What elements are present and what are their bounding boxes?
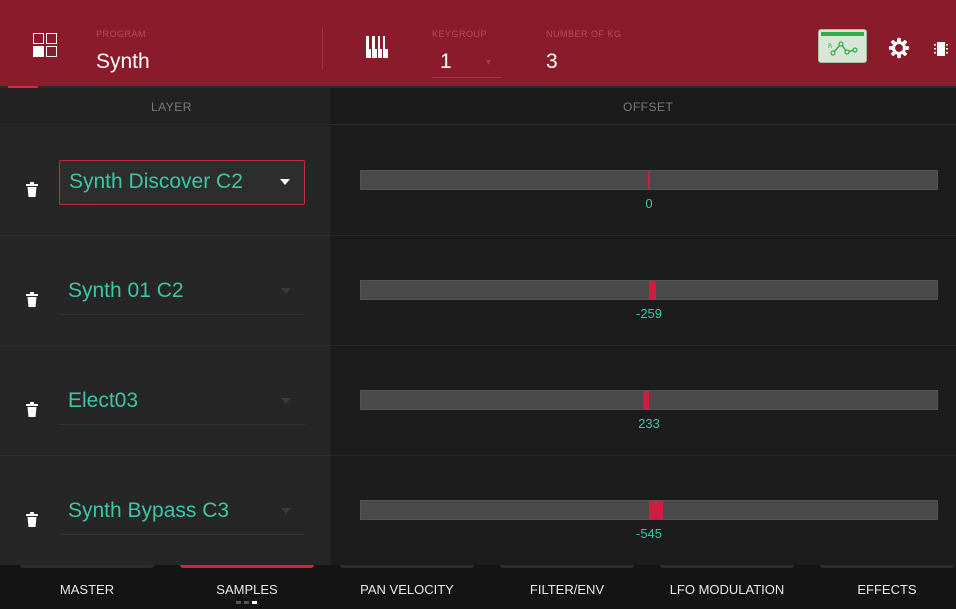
trash-icon[interactable]: [26, 402, 38, 417]
bottom-tab-bar: MASTER SAMPLES PAN VELOCITY FILTER/ENV L…: [0, 565, 956, 609]
svg-text:R: R: [828, 43, 832, 50]
tab-label: PAN VELOCITY: [360, 582, 454, 597]
keygroup-samples-screen: PROGRAM Synth KEYGROUP 1 ▾ NUMBER OF KG …: [0, 0, 956, 609]
offset-cell: -259: [330, 236, 956, 346]
offset-cell: 233: [330, 346, 956, 456]
sample-select[interactable]: Synth Bypass C3: [59, 490, 305, 535]
keygroup-stepper-icon[interactable]: ▾: [486, 57, 491, 68]
offset-marker: [648, 171, 650, 189]
offset-cell: -545: [330, 456, 956, 566]
layer-cell: Elect03: [0, 346, 330, 456]
tab-label: MASTER: [59, 582, 115, 597]
grid-menu-icon[interactable]: [33, 33, 59, 59]
offset-slider[interactable]: [360, 280, 938, 300]
keygroup-field[interactable]: 1: [440, 50, 452, 74]
layer-row: Elect03 233: [0, 346, 956, 456]
sample-name: Synth 01 C2: [68, 279, 184, 302]
sample-select[interactable]: Synth 01 C2: [59, 270, 305, 315]
chevron-down-icon: [281, 508, 291, 514]
layer-column-header: LAYER: [0, 88, 330, 125]
sample-name: Elect03: [68, 389, 139, 412]
chevron-down-icon: [281, 288, 291, 294]
gear-icon[interactable]: [888, 37, 910, 59]
keygroup-label: KEYGROUP: [432, 29, 488, 39]
number-of-kg-label: NUMBER OF KG: [546, 29, 622, 39]
header-bar: PROGRAM Synth KEYGROUP 1 ▾ NUMBER OF KG …: [0, 0, 956, 88]
trash-icon[interactable]: [26, 292, 38, 307]
tab-label: EFFECTS: [857, 582, 917, 597]
program-label: PROGRAM: [96, 29, 147, 39]
offset-value: 0: [645, 196, 653, 211]
offset-marker: [649, 501, 663, 519]
chevron-down-icon: [280, 179, 290, 185]
offset-value: -545: [635, 526, 663, 541]
tab-filter-env[interactable]: FILTER/ENV: [500, 565, 634, 609]
number-of-kg-field[interactable]: 3: [546, 50, 558, 74]
offset-marker: [643, 391, 649, 409]
offset-slider[interactable]: [360, 390, 938, 410]
layer-row: Synth 01 C2 -259: [0, 236, 956, 346]
sample-name: Synth Discover C2: [69, 170, 243, 193]
layer-column-label: LAYER: [151, 100, 192, 114]
tab-master[interactable]: MASTER: [20, 565, 154, 609]
offset-slider[interactable]: [360, 170, 938, 190]
layer-row: Synth Bypass C3 -545: [0, 456, 956, 566]
keygroup-underline: [432, 77, 502, 78]
chip-icon[interactable]: [934, 41, 948, 57]
tab-pan-velocity[interactable]: PAN VELOCITY: [340, 565, 474, 609]
layer-cell: Synth Bypass C3: [0, 456, 330, 566]
tab-label: SAMPLES: [216, 582, 278, 597]
page-indicator: [236, 601, 260, 605]
offset-slider[interactable]: [360, 500, 938, 520]
layer-cell: Synth 01 C2: [0, 236, 330, 346]
offset-value: 233: [638, 416, 660, 431]
piano-keyboard-icon[interactable]: [366, 36, 388, 58]
tab-lfo-modulation[interactable]: LFO MODULATION: [660, 565, 794, 609]
tab-label: LFO MODULATION: [669, 582, 785, 597]
trash-icon[interactable]: [26, 182, 38, 197]
rack-icon[interactable]: R: [818, 29, 867, 63]
trash-icon[interactable]: [26, 512, 38, 527]
sample-select[interactable]: Elect03: [59, 380, 305, 425]
offset-column-label: OFFSET: [623, 100, 674, 114]
offset-marker: [649, 281, 656, 299]
sample-name: Synth Bypass C3: [68, 499, 230, 522]
sample-select[interactable]: Synth Discover C2: [59, 160, 305, 205]
layer-cell: Synth Discover C2: [0, 126, 330, 236]
layer-row: Synth Discover C2 0: [0, 126, 956, 236]
program-field[interactable]: Synth: [96, 50, 150, 74]
offset-value: -259: [635, 306, 663, 321]
tab-effects[interactable]: EFFECTS: [820, 565, 954, 609]
offset-cell: 0: [330, 126, 956, 236]
tab-label: FILTER/ENV: [529, 582, 605, 597]
header-divider: [322, 28, 323, 70]
offset-column-header: OFFSET: [330, 88, 956, 125]
chevron-down-icon: [281, 398, 291, 404]
